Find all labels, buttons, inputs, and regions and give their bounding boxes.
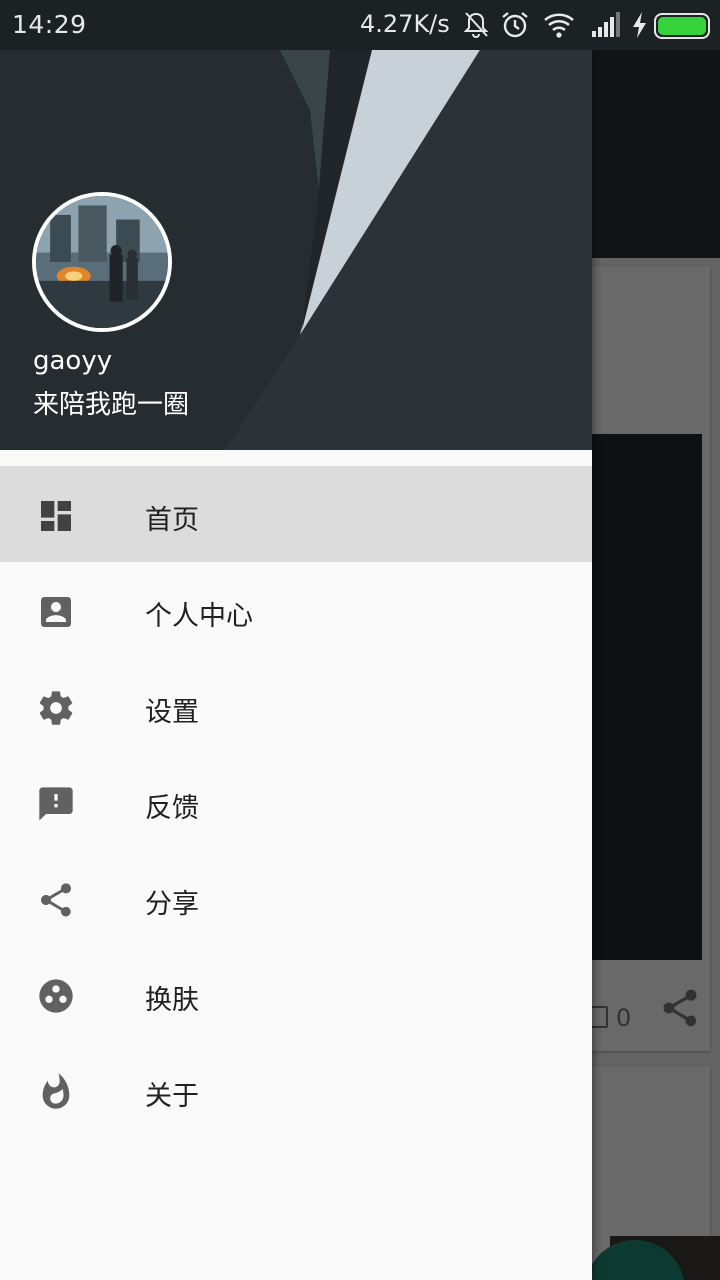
- navigation-drawer: gaoyy 来陪我跑一圈 首页 个人中心 设置 反馈 分享 换肤 关于: [0, 50, 592, 1280]
- palette-icon: [36, 976, 76, 1016]
- status-bar: 14:29 4.27K/s: [0, 0, 720, 50]
- wifi-icon: [544, 13, 574, 38]
- menu-item-label: 个人中心: [145, 601, 253, 632]
- battery-icon: [654, 13, 710, 39]
- drawer-header: gaoyy 来陪我跑一圈: [0, 50, 592, 450]
- menu-item-label: 换肤: [145, 985, 199, 1016]
- user-signature: 来陪我跑一圈: [33, 390, 190, 420]
- username: gaoyy: [33, 346, 113, 376]
- dashboard-icon: [36, 496, 76, 536]
- menu-item-label: 关于: [145, 1081, 199, 1112]
- alarm-icon: [502, 12, 528, 38]
- menu-item-label: 分享: [145, 889, 199, 920]
- signal-icon: [592, 12, 620, 37]
- feedback-icon: [36, 784, 76, 824]
- menu-item-share[interactable]: 分享: [0, 850, 592, 946]
- share-icon: [36, 880, 76, 920]
- menu-item-about[interactable]: 关于: [0, 1042, 592, 1138]
- mute-bell-icon: [463, 12, 489, 38]
- battery-level: [658, 17, 706, 35]
- menu-item-label: 反馈: [145, 793, 199, 824]
- menu-item-theme[interactable]: 换肤: [0, 946, 592, 1042]
- network-speed: 4.27K/s: [360, 10, 450, 38]
- drawer-menu: 首页 个人中心 设置 反馈 分享 换肤 关于: [0, 466, 592, 1138]
- menu-item-label: 首页: [145, 505, 199, 536]
- avatar-image: [36, 196, 168, 328]
- menu-item-settings[interactable]: 设置: [0, 658, 592, 754]
- gear-icon: [36, 688, 76, 728]
- account-box-icon: [36, 592, 76, 632]
- flame-icon: [36, 1072, 76, 1112]
- menu-item-label: 设置: [145, 697, 199, 728]
- menu-item-feedback[interactable]: 反馈: [0, 754, 592, 850]
- avatar[interactable]: [32, 192, 172, 332]
- status-time: 14:29: [12, 10, 87, 39]
- menu-item-profile[interactable]: 个人中心: [0, 562, 592, 658]
- menu-item-home[interactable]: 首页: [0, 466, 592, 562]
- charging-icon: [633, 12, 646, 38]
